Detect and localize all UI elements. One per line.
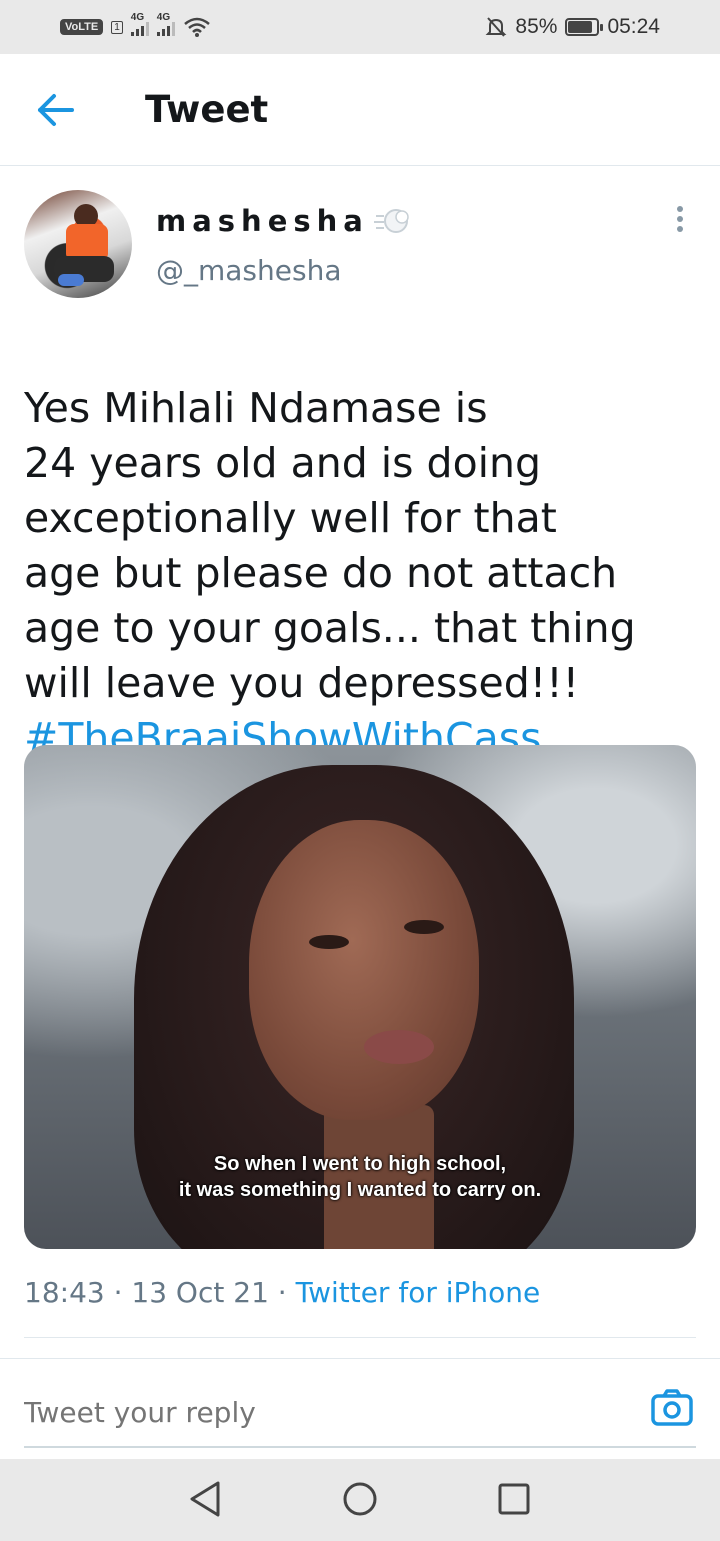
nav-back-icon[interactable] [186,1479,226,1519]
tweet-media-image[interactable]: So when I went to high school, it was so… [24,745,696,1249]
tweet-metadata: 18:43 · 13 Oct 21 · Twitter for iPhone [24,1276,540,1309]
nav-home-icon[interactable] [340,1479,380,1519]
tweet-time: 18:43 [24,1276,105,1309]
media-caption: So when I went to high school, it was so… [178,1153,542,1201]
nav-recents-icon[interactable] [494,1479,534,1519]
clock: 05:24 [607,15,660,38]
wifi-icon [183,17,210,37]
dash-emoji-icon [374,209,409,233]
battery-fill [568,21,593,33]
display-name[interactable]: mashesha [156,204,369,238]
bell-muted-icon [485,17,507,37]
more-options-icon[interactable] [668,206,692,240]
status-bar: VoLTE 1 4G 4G 85% 05:24 [0,0,720,54]
signal-icon: 4G [156,12,175,36]
network-type-2: 4G [156,12,171,23]
system-nav-bar [0,1459,720,1541]
reply-underline [24,1446,696,1448]
divider [24,1337,696,1338]
tweet-body: Yes Mihlali Ndamase is 24 years old and … [24,384,636,707]
tweet-source-link[interactable]: Twitter for iPhone [296,1276,541,1309]
sim-indicator: 1 [111,20,123,34]
volte-indicator: VoLTE [60,19,104,35]
status-bar-left: VoLTE 1 4G 4G [60,12,211,38]
tweet-date: 13 Oct 21 [131,1276,269,1309]
arrow-left-icon[interactable] [34,90,78,130]
user-handle[interactable]: @_mashesha [156,254,342,287]
camera-icon[interactable] [650,1388,694,1428]
reply-input[interactable] [24,1390,624,1434]
avatar[interactable] [24,190,132,298]
page-title: Tweet [145,88,269,131]
divider [0,1358,720,1359]
signal-icon: 4G [130,12,149,36]
meta-separator: · [104,1276,132,1309]
top-app-bar: Tweet [0,54,720,166]
network-type-1: 4G [130,12,145,23]
status-bar-right: 85% 05:24 [485,15,660,39]
meta-separator: · [268,1276,296,1309]
battery-icon [565,18,604,36]
battery-percent: 85% [515,15,558,38]
